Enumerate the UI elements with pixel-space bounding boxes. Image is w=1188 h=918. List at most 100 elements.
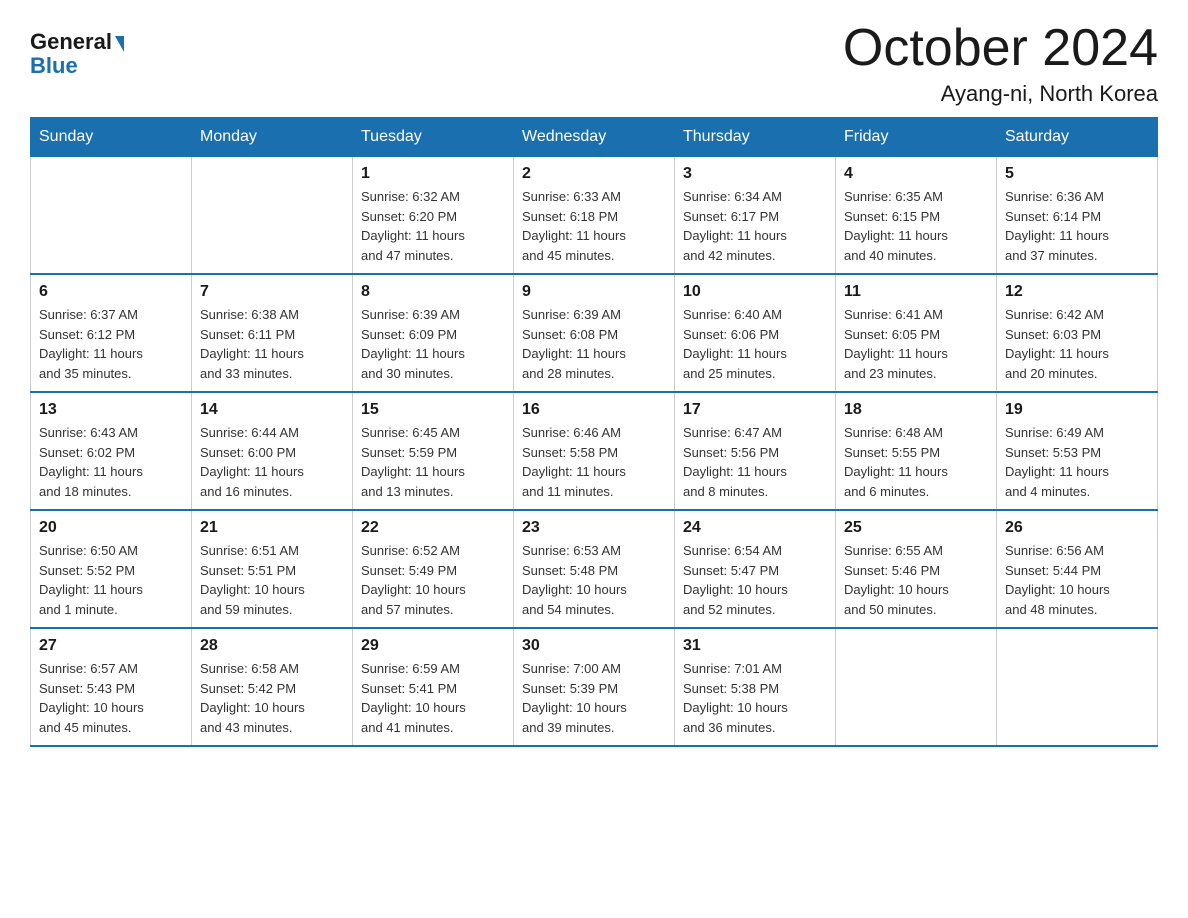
day-info: Sunrise: 6:41 AM Sunset: 6:05 PM Dayligh… <box>844 305 988 383</box>
calendar-day-cell: 11 Sunrise: 6:41 AM Sunset: 6:05 PM Dayli… <box>836 274 997 392</box>
calendar-week-row: 1 Sunrise: 6:32 AM Sunset: 6:20 PM Daylig… <box>31 157 1158 275</box>
day-info: Sunrise: 6:34 AM Sunset: 6:17 PM Dayligh… <box>683 187 827 265</box>
calendar-day-cell: 28Sunrise: 6:58 AM Sunset: 5:42 PM Dayli… <box>192 628 353 746</box>
day-info: Sunrise: 6:48 AM Sunset: 5:55 PM Dayligh… <box>844 423 988 501</box>
day-info: Sunrise: 6:42 AM Sunset: 6:03 PM Dayligh… <box>1005 305 1149 383</box>
calendar-day-cell: 13 Sunrise: 6:43 AM Sunset: 6:02 PM Dayli… <box>31 392 192 510</box>
calendar-day-cell: 23 Sunrise: 6:53 AM Sunset: 5:48 PM Dayli… <box>514 510 675 628</box>
calendar-week-row: 27 Sunrise: 6:57 AM Sunset: 5:43 PM Dayli… <box>31 628 1158 746</box>
calendar-day-cell: 7Sunrise: 6:38 AM Sunset: 6:11 PM Daylig… <box>192 274 353 392</box>
logo-text: General Blue <box>30 30 124 78</box>
calendar-day-cell: 26 Sunrise: 6:56 AM Sunset: 5:44 PM Dayli… <box>997 510 1158 628</box>
day-info: Sunrise: 6:36 AM Sunset: 6:14 PM Dayligh… <box>1005 187 1149 265</box>
day-number: 4 <box>844 165 988 183</box>
day-number: 26 <box>1005 519 1149 537</box>
day-info: Sunrise: 6:46 AM Sunset: 5:58 PM Dayligh… <box>522 423 666 501</box>
day-info: Sunrise: 6:32 AM Sunset: 6:20 PM Dayligh… <box>361 187 505 265</box>
day-info: Sunrise: 6:33 AM Sunset: 6:18 PM Dayligh… <box>522 187 666 265</box>
day-info: Sunrise: 6:47 AM Sunset: 5:56 PM Dayligh… <box>683 423 827 501</box>
day-number: 27 <box>39 637 183 655</box>
logo-triangle-icon <box>115 36 124 52</box>
calendar-day-cell <box>192 157 353 275</box>
day-number: 17 <box>683 401 827 419</box>
day-info: Sunrise: 6:52 AM Sunset: 5:49 PM Dayligh… <box>361 541 505 619</box>
day-number: 1 <box>361 165 505 183</box>
day-number: 24 <box>683 519 827 537</box>
calendar-day-cell: 4Sunrise: 6:35 AM Sunset: 6:15 PM Daylig… <box>836 157 997 275</box>
day-number: 8 <box>361 283 505 301</box>
weekday-header-cell: Tuesday <box>353 118 514 157</box>
weekday-header-cell: Wednesday <box>514 118 675 157</box>
title-section: October 2024 Ayang-ni, North Korea <box>843 20 1158 107</box>
calendar-day-cell: 17 Sunrise: 6:47 AM Sunset: 5:56 PM Dayli… <box>675 392 836 510</box>
calendar-table: SundayMondayTuesdayWednesdayThursdayFrid… <box>30 117 1158 747</box>
calendar-day-cell: 31 Sunrise: 7:01 AM Sunset: 5:38 PM Dayli… <box>675 628 836 746</box>
calendar-day-cell: 27 Sunrise: 6:57 AM Sunset: 5:43 PM Dayli… <box>31 628 192 746</box>
calendar-day-cell: 25Sunrise: 6:55 AM Sunset: 5:46 PM Dayli… <box>836 510 997 628</box>
weekday-header-cell: Friday <box>836 118 997 157</box>
day-info: Sunrise: 6:57 AM Sunset: 5:43 PM Dayligh… <box>39 659 183 737</box>
calendar-day-cell: 30Sunrise: 7:00 AM Sunset: 5:39 PM Dayli… <box>514 628 675 746</box>
location: Ayang-ni, North Korea <box>843 81 1158 107</box>
logo-blue: Blue <box>30 54 124 78</box>
day-info: Sunrise: 6:37 AM Sunset: 6:12 PM Dayligh… <box>39 305 183 383</box>
day-number: 31 <box>683 637 827 655</box>
day-number: 16 <box>522 401 666 419</box>
calendar-day-cell: 21Sunrise: 6:51 AM Sunset: 5:51 PM Dayli… <box>192 510 353 628</box>
day-number: 3 <box>683 165 827 183</box>
calendar-day-cell: 24 Sunrise: 6:54 AM Sunset: 5:47 PM Dayli… <box>675 510 836 628</box>
day-info: Sunrise: 6:45 AM Sunset: 5:59 PM Dayligh… <box>361 423 505 501</box>
day-info: Sunrise: 6:54 AM Sunset: 5:47 PM Dayligh… <box>683 541 827 619</box>
calendar-day-cell: 29Sunrise: 6:59 AM Sunset: 5:41 PM Dayli… <box>353 628 514 746</box>
calendar-week-row: 6 Sunrise: 6:37 AM Sunset: 6:12 PM Daylig… <box>31 274 1158 392</box>
day-number: 25 <box>844 519 988 537</box>
calendar-day-cell: 18 Sunrise: 6:48 AM Sunset: 5:55 PM Dayli… <box>836 392 997 510</box>
day-number: 23 <box>522 519 666 537</box>
calendar-day-cell <box>836 628 997 746</box>
calendar-day-cell: 16 Sunrise: 6:46 AM Sunset: 5:58 PM Dayli… <box>514 392 675 510</box>
calendar-day-cell: 1 Sunrise: 6:32 AM Sunset: 6:20 PM Daylig… <box>353 157 514 275</box>
day-number: 6 <box>39 283 183 301</box>
day-number: 9 <box>522 283 666 301</box>
calendar-day-cell <box>31 157 192 275</box>
day-info: Sunrise: 6:56 AM Sunset: 5:44 PM Dayligh… <box>1005 541 1149 619</box>
day-number: 21 <box>200 519 344 537</box>
calendar-day-cell: 20 Sunrise: 6:50 AM Sunset: 5:52 PM Dayli… <box>31 510 192 628</box>
day-number: 13 <box>39 401 183 419</box>
calendar-day-cell: 22 Sunrise: 6:52 AM Sunset: 5:49 PM Dayli… <box>353 510 514 628</box>
calendar-week-row: 20 Sunrise: 6:50 AM Sunset: 5:52 PM Dayli… <box>31 510 1158 628</box>
weekday-header-cell: Monday <box>192 118 353 157</box>
calendar-day-cell: 9 Sunrise: 6:39 AM Sunset: 6:08 PM Daylig… <box>514 274 675 392</box>
day-info: Sunrise: 7:01 AM Sunset: 5:38 PM Dayligh… <box>683 659 827 737</box>
calendar-body: 1 Sunrise: 6:32 AM Sunset: 6:20 PM Daylig… <box>31 157 1158 747</box>
day-number: 30 <box>522 637 666 655</box>
logo-general: General <box>30 30 112 54</box>
calendar-day-cell: 10 Sunrise: 6:40 AM Sunset: 6:06 PM Dayli… <box>675 274 836 392</box>
day-number: 15 <box>361 401 505 419</box>
day-info: Sunrise: 6:53 AM Sunset: 5:48 PM Dayligh… <box>522 541 666 619</box>
day-info: Sunrise: 6:49 AM Sunset: 5:53 PM Dayligh… <box>1005 423 1149 501</box>
day-number: 22 <box>361 519 505 537</box>
calendar-day-cell: 2 Sunrise: 6:33 AM Sunset: 6:18 PM Daylig… <box>514 157 675 275</box>
day-number: 28 <box>200 637 344 655</box>
calendar-day-cell: 19Sunrise: 6:49 AM Sunset: 5:53 PM Dayli… <box>997 392 1158 510</box>
day-number: 14 <box>200 401 344 419</box>
day-info: Sunrise: 6:40 AM Sunset: 6:06 PM Dayligh… <box>683 305 827 383</box>
day-info: Sunrise: 6:43 AM Sunset: 6:02 PM Dayligh… <box>39 423 183 501</box>
day-number: 5 <box>1005 165 1149 183</box>
day-number: 11 <box>844 283 988 301</box>
day-info: Sunrise: 6:38 AM Sunset: 6:11 PM Dayligh… <box>200 305 344 383</box>
day-info: Sunrise: 6:50 AM Sunset: 5:52 PM Dayligh… <box>39 541 183 619</box>
day-number: 10 <box>683 283 827 301</box>
weekday-header-row: SundayMondayTuesdayWednesdayThursdayFrid… <box>31 118 1158 157</box>
day-number: 2 <box>522 165 666 183</box>
day-info: Sunrise: 6:44 AM Sunset: 6:00 PM Dayligh… <box>200 423 344 501</box>
day-number: 18 <box>844 401 988 419</box>
day-info: Sunrise: 6:39 AM Sunset: 6:08 PM Dayligh… <box>522 305 666 383</box>
calendar-day-cell: 15 Sunrise: 6:45 AM Sunset: 5:59 PM Dayli… <box>353 392 514 510</box>
logo: General Blue <box>30 30 124 78</box>
month-title: October 2024 <box>843 20 1158 77</box>
day-number: 20 <box>39 519 183 537</box>
calendar-day-cell: 6 Sunrise: 6:37 AM Sunset: 6:12 PM Daylig… <box>31 274 192 392</box>
calendar-day-cell: 12Sunrise: 6:42 AM Sunset: 6:03 PM Dayli… <box>997 274 1158 392</box>
